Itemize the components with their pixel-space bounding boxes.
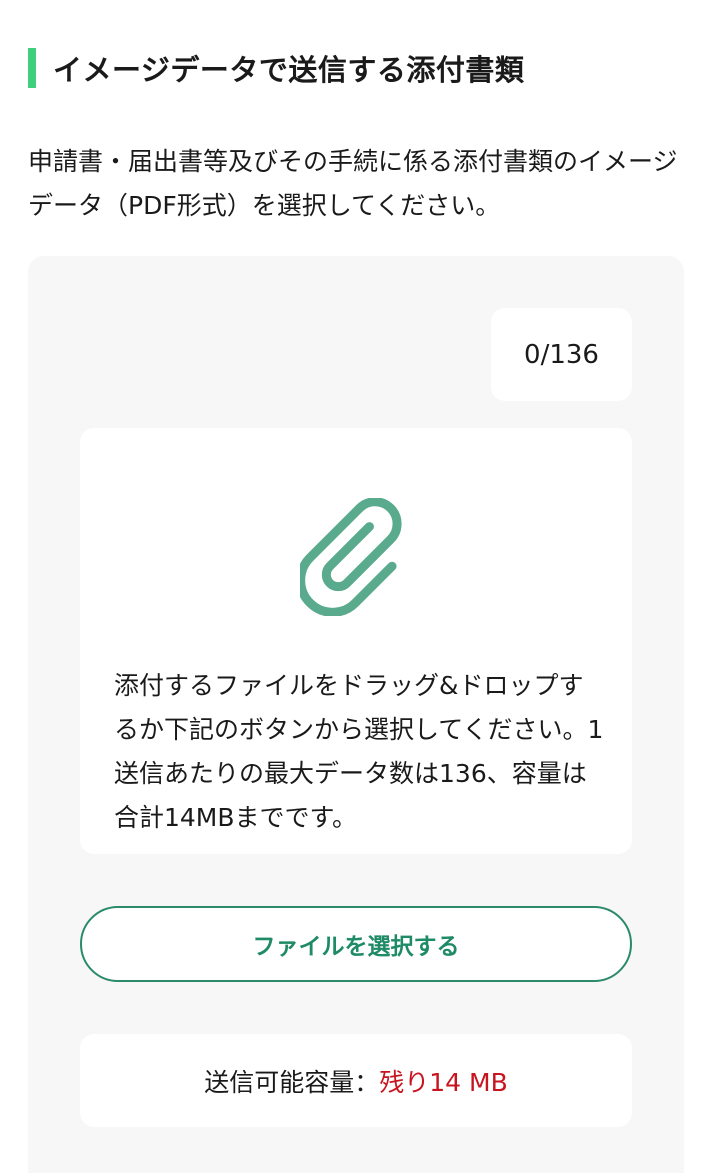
section-heading: イメージデータで送信する添付書類 (28, 46, 524, 90)
capacity-label: 送信可能容量： (204, 1067, 380, 1097)
capacity-indicator: 送信可能容量： 残り14 MB (80, 1034, 632, 1127)
paperclip-icon (300, 498, 402, 616)
section-description: 申請書・届出書等及びその手続に係る添付書類のイメージデータ（PDF形式）を選択し… (28, 147, 678, 220)
upload-panel: 0/136 添付するファイルをドラッグ&ドロップするか下記のボタンから選択してく… (28, 256, 684, 1173)
file-counter: 0/136 (491, 308, 632, 401)
file-dropzone[interactable]: 添付するファイルをドラッグ&ドロップするか下記のボタンから選択してください。1送… (80, 428, 632, 854)
capacity-remaining: 残り14 MB (379, 1067, 508, 1097)
select-file-button[interactable]: ファイルを選択する (80, 906, 632, 982)
heading-accent-bar (28, 48, 36, 88)
section-title: イメージデータで送信する添付書類 (53, 53, 525, 87)
dropzone-instructions: 添付するファイルをドラッグ&ドロップするか下記のボタンから選択してください。1送… (114, 671, 604, 832)
